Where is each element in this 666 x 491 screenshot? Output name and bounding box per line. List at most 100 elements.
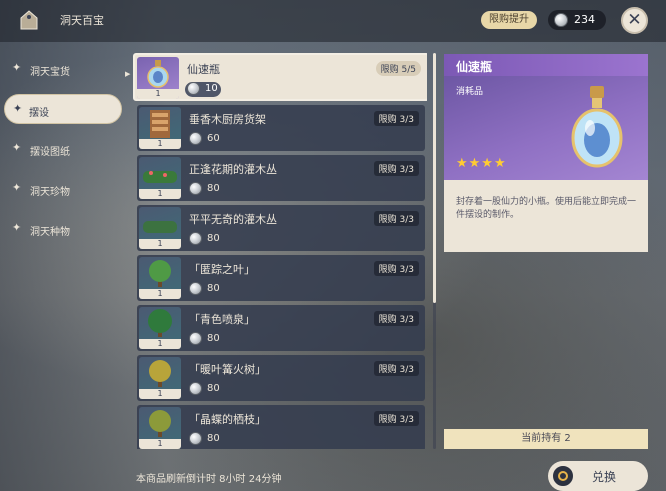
purchase-limit-badge: 限购 3/3 xyxy=(373,111,419,126)
item-price: 80 xyxy=(187,382,225,396)
item-quantity: 1 xyxy=(139,439,181,449)
price-value: 80 xyxy=(207,333,220,344)
sidebar-item-realm-goods[interactable]: ✦ 洞天宝货 xyxy=(0,56,124,82)
top-bar: 洞天百宝 限购提升 234 ✕ xyxy=(0,0,666,42)
exchange-button[interactable]: 兑换 xyxy=(548,461,648,491)
exchange-label: 兑换 xyxy=(592,470,617,484)
detail-artwork: 消耗品 ★★★★ xyxy=(444,76,648,180)
realm-currency-icon xyxy=(189,182,202,195)
tree-art xyxy=(149,360,171,387)
limit-upgrade-button[interactable]: 限购提升 xyxy=(481,11,537,29)
sparkle-icon: ✦ xyxy=(12,141,22,154)
list-item[interactable]: 1 垂香木厨房货架 限购 3/3 60 xyxy=(137,105,425,151)
bag-icon xyxy=(20,10,38,30)
price-value: 80 xyxy=(207,183,220,194)
item-name: 「匿踪之叶」 xyxy=(189,263,255,276)
purchase-limit-badge: 限购 3/3 xyxy=(373,261,419,276)
sparkle-icon: ✦ xyxy=(13,102,23,115)
item-price: 80 xyxy=(187,282,225,296)
tree-icon: 1 xyxy=(139,357,181,399)
sidebar-item-blueprints[interactable]: ✦ 摆设图纸 xyxy=(0,136,124,162)
item-price: 10 xyxy=(185,82,221,97)
confirm-icon xyxy=(553,466,573,486)
item-quantity: 1 xyxy=(137,89,179,99)
item-name: 垂香木厨房货架 xyxy=(189,113,266,126)
refresh-countdown: 本商品刷新倒计时 8小时 24分钟 xyxy=(136,474,282,485)
item-description: 封存着一股仙力的小瓶。使用后能立即完成一件摆设的制作。 xyxy=(456,197,637,220)
list-item[interactable]: 1 平平无奇的灌木丛 限购 3/3 80 xyxy=(137,205,425,251)
sidebar-item-label: 摆设 xyxy=(29,108,49,119)
tree-art xyxy=(148,309,172,337)
bottle-icon xyxy=(571,86,623,168)
item-name: 正逢花期的灌木丛 xyxy=(189,163,277,176)
shrub-icon: 1 xyxy=(139,207,181,249)
sparkle-icon: ✦ xyxy=(12,221,22,234)
shrub-art xyxy=(143,171,177,183)
selection-arrow-icon: ▶ xyxy=(125,70,131,78)
list-item[interactable]: 1 仙速瓶 限购 5/5 10 xyxy=(133,53,427,101)
detail-title: 仙速瓶 xyxy=(456,60,493,74)
sparkle-icon: ✦ xyxy=(12,181,22,194)
detail-header: 仙速瓶 xyxy=(444,54,648,76)
realm-currency-icon xyxy=(554,13,568,27)
price-value: 80 xyxy=(207,233,220,244)
shrub-icon: 1 xyxy=(139,157,181,199)
list-item[interactable]: 1 「青色喷泉」 限购 3/3 80 xyxy=(137,305,425,351)
item-price: 80 xyxy=(187,332,225,346)
tree-art xyxy=(149,260,171,287)
item-type: 消耗品 xyxy=(456,87,484,97)
item-price: 80 xyxy=(187,182,225,196)
owned-count: 当前持有 2 xyxy=(444,429,648,449)
sidebar-item-seeds[interactable]: ✦ 洞天种物 xyxy=(0,216,124,242)
item-name: 「青色喷泉」 xyxy=(189,313,255,326)
realm-currency-icon xyxy=(189,382,202,395)
currency-display: 234 xyxy=(548,10,606,30)
scrollbar-thumb[interactable] xyxy=(433,53,436,303)
item-price: 80 xyxy=(187,232,225,246)
realm-currency-icon xyxy=(189,232,202,245)
sidebar-item-label: 摆设图纸 xyxy=(30,147,70,158)
item-name: 平平无奇的灌木丛 xyxy=(189,213,277,226)
sidebar-item-label: 洞天种物 xyxy=(30,227,70,238)
sidebar-item-furnishings[interactable]: ✦ 摆设 xyxy=(4,94,122,124)
price-value: 60 xyxy=(207,133,220,144)
shrub-art xyxy=(143,221,177,233)
purchase-limit-badge: 限购 3/3 xyxy=(373,361,419,376)
item-detail-panel: 仙速瓶 消耗品 ★★★★ 封存着一股仙力的小瓶。使用后能立即完成一件摆设的制作。 xyxy=(444,54,648,252)
realm-currency-icon xyxy=(189,332,202,345)
item-price: 60 xyxy=(187,132,225,146)
sparkle-icon: ✦ xyxy=(12,61,22,74)
item-quantity: 1 xyxy=(139,139,181,149)
tree-icon: 1 xyxy=(139,407,181,449)
item-name: 「晶蝶的栖枝」 xyxy=(189,413,266,426)
price-value: 80 xyxy=(207,383,220,394)
item-quantity: 1 xyxy=(139,389,181,399)
list-item[interactable]: 1 「匿踪之叶」 限购 3/3 80 xyxy=(137,255,425,301)
bottle-icon: 1 xyxy=(137,57,179,99)
item-price: 80 xyxy=(187,432,225,446)
item-quantity: 1 xyxy=(139,239,181,249)
realm-currency-icon xyxy=(189,282,202,295)
shelf-art xyxy=(150,110,170,138)
sidebar-item-label: 洞天珍物 xyxy=(30,187,70,198)
list-item[interactable]: 1 「晶蝶的栖枝」 限购 3/3 80 xyxy=(137,405,425,449)
close-icon[interactable]: ✕ xyxy=(621,7,648,34)
realm-currency-icon xyxy=(187,82,200,95)
shop-item-list[interactable]: 1 仙速瓶 限购 5/5 10 1 垂香木厨房货架 限购 3/3 60 1 正逢… xyxy=(133,53,427,449)
tree-icon: 1 xyxy=(139,257,181,299)
bottle-art xyxy=(147,60,169,88)
list-item[interactable]: 1 「暖叶篝火树」 限购 3/3 80 xyxy=(137,355,425,401)
item-name: 仙速瓶 xyxy=(187,63,220,76)
sidebar-item-treasures[interactable]: ✦ 洞天珍物 xyxy=(0,176,124,202)
purchase-limit-badge: 限购 3/3 xyxy=(373,411,419,426)
list-scrollbar[interactable] xyxy=(433,53,436,449)
price-value: 80 xyxy=(207,283,220,294)
realm-currency-icon xyxy=(189,132,202,145)
app-title: 洞天百宝 xyxy=(60,14,104,27)
purchase-limit-badge: 限购 5/5 xyxy=(375,61,421,76)
sidebar-item-label: 洞天宝货 xyxy=(30,67,70,78)
list-item[interactable]: 1 正逢花期的灌木丛 限购 3/3 80 xyxy=(137,155,425,201)
price-value: 10 xyxy=(205,83,218,94)
item-quantity: 1 xyxy=(139,339,181,349)
price-value: 80 xyxy=(207,433,220,444)
